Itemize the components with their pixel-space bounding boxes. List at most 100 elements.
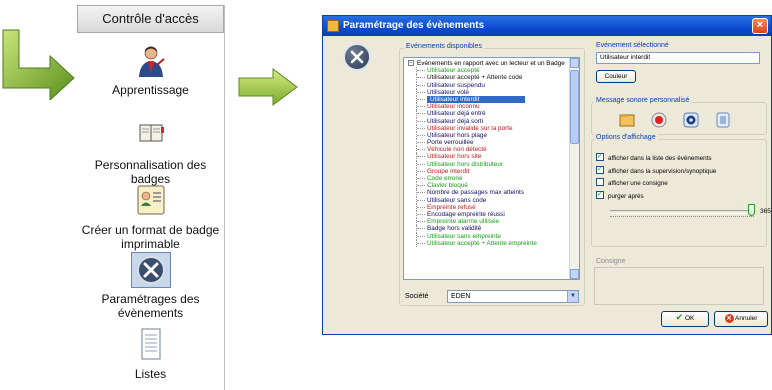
selected-event-value: Utilisateur interdit <box>600 54 651 61</box>
option-checkbox[interactable] <box>596 165 604 175</box>
event-list-item[interactable]: Utilisateur invalide sur la porte <box>408 124 568 132</box>
user-learning-icon <box>131 43 171 79</box>
dialog-titlebar[interactable]: Paramétrage des évènements × <box>323 16 771 36</box>
trash-icon[interactable] <box>715 112 731 128</box>
tool-listes[interactable]: Listes <box>77 327 224 381</box>
access-control-panel: Contrôle d'accès Apprentissage Personnal… <box>77 5 225 390</box>
cancel-button[interactable]: × Annuler <box>714 311 768 327</box>
event-label: Encodage empreinte réussi <box>427 210 505 218</box>
tree-root-label: Evénements en rapport avec un lecteur et… <box>417 60 565 67</box>
panel-header: Contrôle d'accès <box>77 5 224 33</box>
event-list-item[interactable]: Utilisateur sans code <box>408 196 568 204</box>
ok-button[interactable]: ✔ OK <box>661 311 709 327</box>
event-label: Utilisateur sans code <box>427 196 487 204</box>
collapse-toggle-icon[interactable]: − <box>408 60 414 67</box>
tools-icon <box>343 43 371 71</box>
tree-connector <box>416 74 425 82</box>
tree-connector <box>416 225 425 233</box>
tree-root-node[interactable]: − Evénements en rapport avec un lecteur e… <box>408 60 568 67</box>
event-label: Utilisateur suspendu <box>427 81 485 89</box>
tree-connector <box>416 210 425 219</box>
event-label: Utilisateur hors site <box>427 153 482 161</box>
tree-connector <box>416 139 425 147</box>
option-label: afficher dans la supervision/synoptique <box>608 168 717 175</box>
event-list-item[interactable]: Empreinte refusé <box>408 203 568 211</box>
events-tree-list[interactable]: − Evénements en rapport avec un lecteur e… <box>403 57 580 280</box>
tree-connector <box>416 160 425 168</box>
event-list-item[interactable]: Encodage empreinte réussi <box>408 210 568 219</box>
event-list-item[interactable]: Utilisateur hors plage <box>408 131 568 140</box>
event-label: Utilisateur inconnu <box>427 103 480 111</box>
event-list-item[interactable]: Nombre de passages max atteints <box>408 189 568 197</box>
record-icon[interactable] <box>651 112 667 128</box>
available-events-label: Evénements disponibles <box>404 43 484 50</box>
tree-connector <box>416 203 425 211</box>
option-label: purger après <box>608 193 644 200</box>
l-shaped-arrow-icon <box>2 29 75 100</box>
event-label: Utilisateur hors plage <box>427 131 488 139</box>
event-label: Clavier bloqué <box>427 182 468 190</box>
event-list-item[interactable]: Utilisateur accepté + Attente code <box>408 74 568 82</box>
play-icon[interactable] <box>683 112 699 128</box>
event-list-item[interactable]: Utilisateur hors site <box>408 153 568 161</box>
tree-connector <box>416 131 425 140</box>
event-list-item[interactable]: Utilisateur hors distributeur <box>408 160 568 168</box>
event-list-item[interactable]: Porte verrouillée <box>408 139 568 147</box>
tool-personnalisation-badges[interactable]: Personnalisation des badges <box>77 118 224 186</box>
option-row[interactable]: afficher une consigne <box>596 178 668 188</box>
event-list-item[interactable]: Utilisateur suspendu <box>408 81 568 89</box>
event-label: Groupe interdit <box>427 167 470 175</box>
cancel-button-label: Annuler <box>735 315 758 322</box>
event-list-item[interactable]: Utilisateur accepté + Attente empreinte <box>408 239 568 247</box>
event-list-item[interactable]: Code erroné <box>408 175 568 183</box>
tree-connector <box>416 103 425 111</box>
event-label: Utilisateur hors distributeur <box>427 160 504 168</box>
list-scrollbar[interactable] <box>569 58 579 279</box>
event-list-item[interactable]: Badge hors validité <box>408 225 568 233</box>
option-row[interactable]: afficher dans la supervision/synoptique <box>596 165 717 176</box>
scroll-up-icon[interactable] <box>570 58 579 68</box>
event-list-item[interactable]: Véhicule non détecté <box>408 146 568 154</box>
event-list-item[interactable]: Utilisateur volé <box>408 88 568 96</box>
tree-connector <box>416 218 425 226</box>
company-select[interactable]: EDEN ▼ <box>447 290 579 303</box>
color-button[interactable]: Couleur <box>596 70 636 83</box>
check-icon: ✔ <box>675 313 684 323</box>
option-checkbox[interactable] <box>596 152 604 162</box>
event-list-item[interactable]: Utilisateur interdit <box>408 95 568 104</box>
event-list-item[interactable]: Utilisateur déjà entré <box>408 110 568 118</box>
tool-parametrages-evenements[interactable]: Paramétrages des évènements <box>77 252 224 320</box>
event-list-item[interactable]: Clavier bloqué <box>408 182 568 190</box>
tool-apprentissage[interactable]: Apprentissage <box>77 43 224 97</box>
event-list-item[interactable]: Utilisateur sans empreinte <box>408 232 568 240</box>
company-value: EDEN <box>451 293 471 300</box>
chevron-down-icon[interactable]: ▼ <box>567 291 578 302</box>
company-label: Société <box>405 293 429 300</box>
event-list-item[interactable]: Utilisateur déjà sorti <box>408 117 568 125</box>
close-icon[interactable]: × <box>752 18 768 34</box>
tree-connector <box>416 189 425 197</box>
event-list-item[interactable]: Utilisateur accepté <box>408 67 568 75</box>
tool-creer-format-badge[interactable]: Créer un format de badge imprimable <box>77 183 224 251</box>
tool-label: Personnalisation des badges <box>94 158 207 186</box>
consigne-textarea[interactable] <box>594 267 764 305</box>
event-list-item[interactable]: Groupe interdit <box>408 167 568 175</box>
option-label: afficher dans la liste des évènements <box>608 155 712 162</box>
option-row[interactable]: afficher dans la liste des évènements <box>596 152 712 163</box>
tree-connector <box>416 110 425 118</box>
event-label: Empreinte alarme utilisée <box>427 218 500 226</box>
scroll-thumb[interactable] <box>570 70 579 144</box>
purge-slider-track[interactable] <box>610 210 754 214</box>
option-checkbox[interactable] <box>596 190 604 200</box>
purge-slider-thumb[interactable] <box>748 204 755 216</box>
right-arrow-icon <box>238 68 298 106</box>
event-list-item[interactable]: Utilisateur inconnu <box>408 103 568 111</box>
folder-open-icon[interactable] <box>619 112 635 128</box>
event-list-item[interactable]: Empreinte alarme utilisée <box>408 218 568 226</box>
selected-event-field[interactable]: Utilisateur interdit <box>596 52 760 64</box>
tree-connector <box>416 232 425 240</box>
option-row[interactable]: purger après <box>596 190 644 201</box>
selected-event-label: Evénement sélectionné <box>596 42 669 49</box>
scroll-down-icon[interactable] <box>570 269 579 279</box>
option-checkbox[interactable] <box>596 178 604 187</box>
